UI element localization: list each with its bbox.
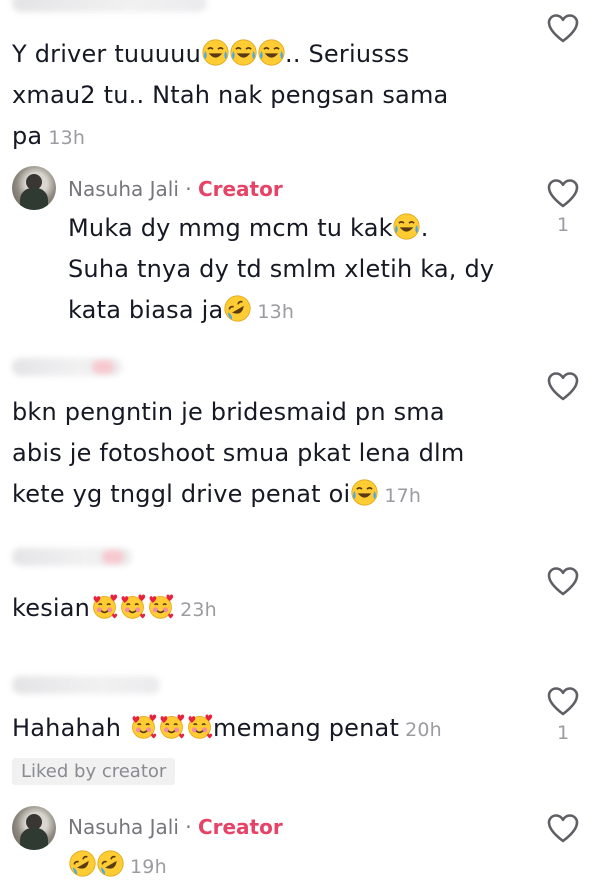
- comment-text: 19h: [68, 845, 368, 888]
- comment-text: bkn pengntin je bridesmaid pn sma abis j…: [12, 392, 532, 517]
- avatar[interactable]: [12, 166, 56, 210]
- comment-time: 19h: [130, 856, 167, 878]
- like-count: 1: [556, 722, 570, 744]
- separator: ·: [185, 815, 192, 839]
- smiling-face-with-hearts-icon: [130, 713, 157, 740]
- comment-line: kete yg tnggl drive penat oi: [12, 480, 351, 508]
- smiling-face-with-hearts-icon: [91, 593, 118, 620]
- comment-line: Suha tnya dy td smlm xletih ka, dy: [68, 255, 495, 283]
- face-with-tears-of-joy-icon: [202, 39, 229, 66]
- face-with-tears-of-joy-icon: [230, 39, 257, 66]
- heart-outline-icon[interactable]: [546, 565, 580, 599]
- author-name[interactable]: Nasuha Jali: [68, 815, 179, 839]
- comment-line: Hahahah: [12, 714, 130, 742]
- comment-time: 13h: [48, 127, 86, 149]
- face-with-tears-of-joy-icon: [258, 39, 285, 66]
- comment-text-part: Y driver tuuuuu: [12, 40, 201, 68]
- commenter-name-blurred[interactable]: [12, 548, 132, 566]
- heart-outline-icon[interactable]: [546, 177, 580, 211]
- smiling-face-with-hearts-icon: [158, 713, 185, 740]
- heart-outline-icon[interactable]: [546, 370, 580, 404]
- like-count: 1: [556, 214, 570, 236]
- smiling-face-with-hearts-icon: [147, 593, 174, 620]
- comment-line: kesian: [12, 594, 91, 622]
- author-line: Nasuha Jali · Creator: [68, 177, 283, 201]
- face-with-tears-of-joy-icon: [351, 479, 378, 506]
- commenter-name-blurred[interactable]: [12, 676, 160, 694]
- creator-badge: Creator: [197, 177, 283, 201]
- comment-line: bkn pengntin je bridesmaid pn sma: [12, 398, 445, 426]
- rolling-on-floor-laughing-icon: [224, 295, 251, 322]
- comment-line: Muka dy mmg mcm tu kak: [68, 214, 393, 242]
- author-name[interactable]: Nasuha Jali: [68, 177, 179, 201]
- comment-line-end: .: [420, 214, 429, 242]
- smiling-face-with-hearts-icon: [119, 593, 146, 620]
- heart-outline-icon[interactable]: [546, 812, 580, 846]
- heart-outline-icon[interactable]: [546, 685, 580, 719]
- avatar[interactable]: [12, 806, 56, 850]
- comment-time: 20h: [405, 719, 442, 741]
- comment-line: abis je fotoshoot smua pkat lena dlm: [12, 439, 465, 467]
- commenter-name-blurred[interactable]: [12, 0, 207, 12]
- comment-line: kata biasa ja: [68, 296, 224, 324]
- comment-time: 23h: [180, 599, 217, 621]
- rolling-on-floor-laughing-icon: [69, 850, 96, 877]
- face-with-tears-of-joy-icon: [393, 213, 420, 240]
- comment-line: memang penat: [213, 714, 400, 742]
- heart-outline-icon[interactable]: [546, 12, 580, 46]
- comment-text: Muka dy mmg mcm tu kak. Suha tnya dy td …: [68, 208, 528, 333]
- comment-time: 13h: [257, 301, 295, 323]
- smiling-face-with-hearts-icon: [186, 713, 213, 740]
- rolling-on-floor-laughing-icon: [97, 850, 124, 877]
- comment-text: Y driver tuuuuu.. Seriusss xmau2 tu.. Nt…: [12, 34, 482, 159]
- creator-badge: Creator: [197, 815, 283, 839]
- author-line: Nasuha Jali · Creator: [68, 815, 283, 839]
- separator: ·: [185, 177, 192, 201]
- comment-text: kesian 23h: [12, 588, 512, 631]
- comment-text: Hahahah memang penat 20h: [12, 708, 532, 751]
- commenter-name-blurred[interactable]: [12, 358, 122, 376]
- liked-by-creator-badge: Liked by creator: [12, 758, 176, 785]
- comment-time: 17h: [384, 485, 422, 507]
